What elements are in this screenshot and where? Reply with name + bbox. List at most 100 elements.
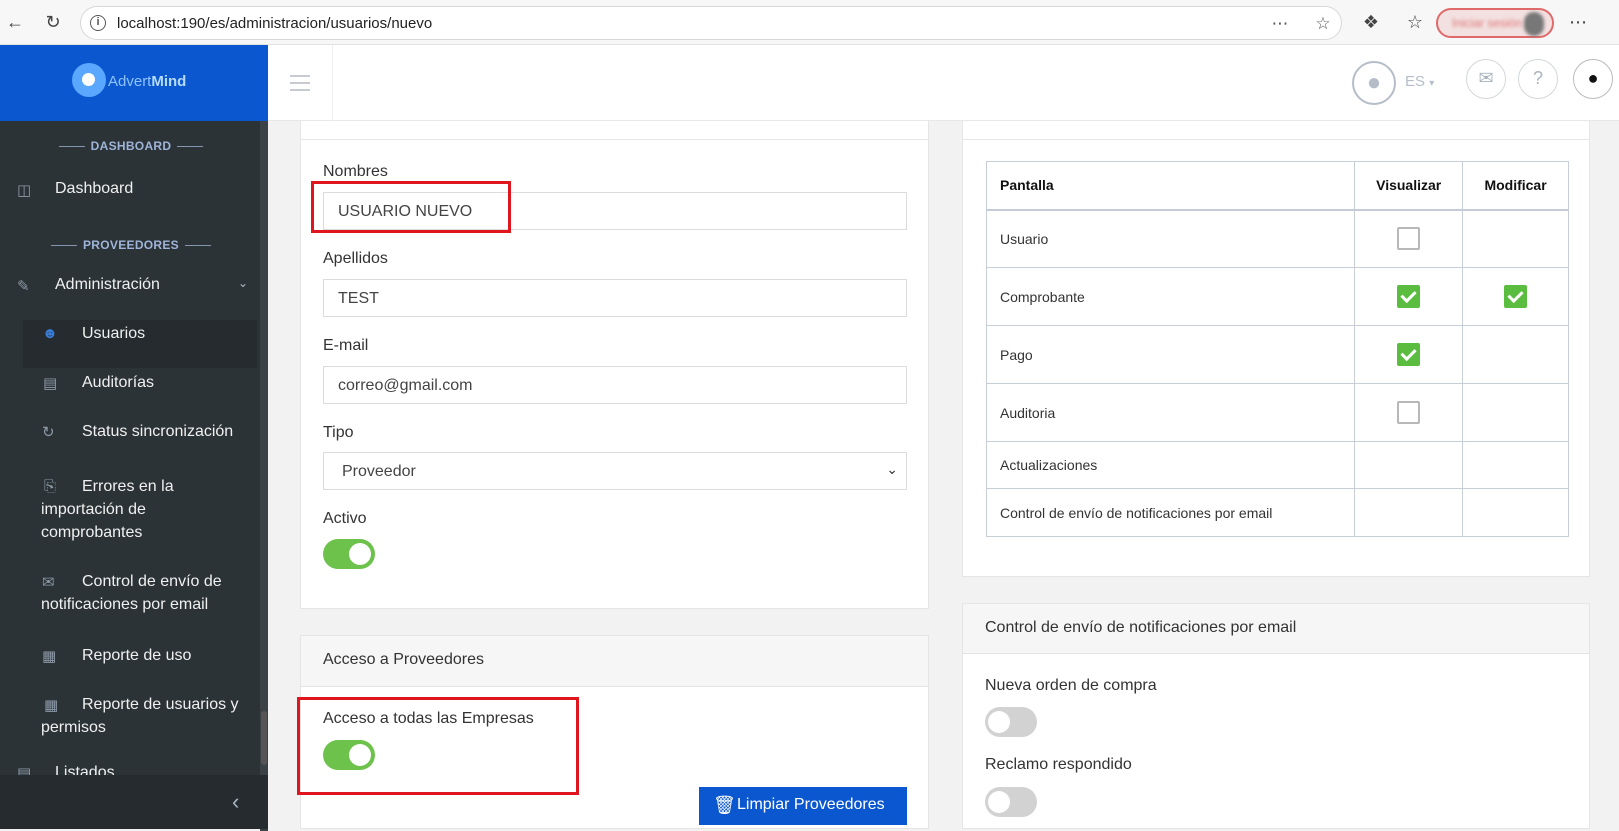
- brand-name: AdvertMind: [108, 73, 187, 90]
- sync-icon: ↻: [42, 424, 55, 441]
- language-selector[interactable]: ES ▾: [1405, 73, 1434, 90]
- user-edit-icon: ☻: [42, 325, 58, 342]
- sidebar-item-label-line1: Control de envío de: [82, 573, 222, 590]
- profile-button[interactable]: Iniciar sesión: [1436, 8, 1554, 38]
- nueva-orden-toggle[interactable]: [985, 707, 1037, 737]
- table-header-row: Pantalla Visualizar Modificar: [985, 161, 1569, 211]
- calculator-icon: ▦: [44, 697, 59, 714]
- cell-pantalla: Control de envío de notificaciones por e…: [985, 488, 1356, 537]
- sidebar-item-label: Usuarios: [82, 325, 146, 342]
- globe-icon[interactable]: ●: [1352, 61, 1396, 105]
- sidebar-item-label-line2: notificaciones por email: [41, 596, 209, 613]
- back-arrow-icon[interactable]: ←: [4, 11, 26, 33]
- help-icon[interactable]: ?: [1518, 59, 1558, 99]
- sidebar-item-usuarios[interactable]: ☻ Usuarios: [0, 325, 262, 365]
- visualizar-checkbox[interactable]: [1397, 285, 1421, 308]
- apellidos-input[interactable]: TEST: [323, 279, 907, 317]
- sidebar-item-listados[interactable]: ▤ Listados: [0, 765, 262, 775]
- card-title: Acceso a Proveedores: [301, 636, 928, 687]
- sidebar-item-auditorias[interactable]: ▤ Auditorías: [0, 374, 262, 414]
- layout-icon: ◫: [17, 182, 32, 199]
- excel-file-icon: ⎘: [44, 478, 57, 495]
- sidebar-footer: ‹: [0, 775, 268, 829]
- scrollbar-thumb[interactable]: [261, 711, 267, 765]
- cell-visualizar: [1354, 267, 1464, 326]
- button-label: Limpiar Proveedores: [737, 796, 885, 813]
- section-heading-dashboard: DASHBOARD: [0, 139, 262, 153]
- avatar: [1524, 12, 1544, 36]
- sidebar-scrollbar[interactable]: [260, 121, 268, 831]
- nueva-orden-label: Nueva orden de compra: [985, 677, 1157, 694]
- cell-visualizar: [1354, 383, 1464, 442]
- modificar-checkbox[interactable]: [1504, 285, 1528, 308]
- list-icon: ▤: [17, 765, 32, 775]
- table-row: Actualizaciones: [985, 441, 1569, 489]
- nombres-label: Nombres: [323, 163, 388, 180]
- megaphone-icon[interactable]: ✉: [1466, 59, 1506, 99]
- email-input[interactable]: correo@gmail.com: [323, 366, 907, 404]
- reclamo-toggle[interactable]: [985, 787, 1037, 817]
- visualizar-checkbox[interactable]: [1397, 227, 1421, 251]
- sidebar-item-reporte-uso[interactable]: ▦ Reporte de uso: [0, 647, 262, 687]
- cell-modificar: [1462, 209, 1569, 268]
- user-account-icon[interactable]: ●: [1573, 59, 1613, 99]
- reclamo-label: Reclamo respondido: [985, 756, 1132, 773]
- cell-modificar: [1462, 267, 1569, 326]
- sidebar-item-label-line1: Errores en la: [82, 478, 174, 495]
- cell-pantalla: Comprobante: [985, 267, 1356, 326]
- cell-pantalla: Usuario: [985, 209, 1356, 268]
- cell-visualizar: [1354, 488, 1464, 537]
- card-top-divider: [963, 139, 1589, 140]
- tipo-select[interactable]: Proveedor ⌄: [323, 452, 907, 490]
- cell-pantalla: Pago: [985, 325, 1356, 384]
- chevron-down-icon: ⌄: [238, 276, 249, 290]
- cell-pantalla: Auditoria: [985, 383, 1356, 442]
- favorites-icon[interactable]: ☆: [1404, 11, 1426, 33]
- activo-toggle[interactable]: [323, 539, 375, 569]
- sidebar-item-label-line2: importación de: [41, 501, 146, 518]
- sidebar-item-label-line2: permisos: [41, 719, 106, 736]
- top-app-bar: ● ES ▾ ✉ ? ●: [268, 45, 1619, 121]
- table-row: Usuario: [985, 209, 1569, 268]
- cell-pantalla: Actualizaciones: [985, 441, 1356, 489]
- browser-toolbar: ← ↻ i localhost:190/es/administracion/us…: [0, 0, 1619, 45]
- sidebar-item-label: Dashboard: [55, 180, 134, 197]
- collapse-sidebar-icon[interactable]: ‹: [232, 789, 239, 815]
- notificaciones-card: Control de envío de notificaciones por e…: [962, 603, 1590, 829]
- table-row: Comprobante: [985, 267, 1569, 326]
- sidebar-item-status[interactable]: ↻ Status sincronización: [0, 423, 262, 463]
- visualizar-checkbox[interactable]: [1397, 401, 1421, 424]
- sidebar-item-label: Status sincronización: [82, 423, 234, 440]
- url-text[interactable]: localhost:190/es/administracion/usuarios…: [117, 15, 432, 32]
- cell-modificar: [1462, 488, 1569, 537]
- reload-icon[interactable]: ↻: [42, 11, 64, 33]
- cell-visualizar: [1354, 209, 1464, 268]
- column-header-visualizar: Visualizar: [1354, 161, 1464, 211]
- book-icon: ▤: [43, 375, 58, 392]
- visualizar-checkbox[interactable]: [1397, 343, 1421, 366]
- extensions-icon[interactable]: ❖: [1360, 11, 1382, 33]
- favorite-star-icon[interactable]: ☆: [1312, 13, 1334, 35]
- activo-label: Activo: [323, 510, 367, 527]
- brand-header[interactable]: AdvertMind: [0, 45, 268, 121]
- limpiar-proveedores-button[interactable]: 🗑 Limpiar Proveedores: [699, 787, 907, 825]
- highlight-acceso-todas: [297, 697, 579, 795]
- sidebar-item-control-envio[interactable]: ✉ Control de envío de notificaciones por…: [0, 573, 262, 621]
- sidebar-item-label: Administración: [55, 276, 160, 293]
- table-row: Pago: [985, 325, 1569, 384]
- sidebar-item-errores[interactable]: ⎘ Errores en la importación de comproban…: [0, 478, 262, 550]
- sidebar-item-reporte-usuarios[interactable]: ▦ Reporte de usuarios y permisos: [0, 696, 262, 744]
- hamburger-menu-icon[interactable]: [290, 75, 310, 91]
- address-bar[interactable]: i localhost:190/es/administracion/usuari…: [80, 6, 1342, 40]
- sidebar-item-administracion[interactable]: ✎ Administración ⌄: [0, 276, 262, 316]
- permisos-table: Pantalla Visualizar Modificar Usuario Co…: [985, 161, 1569, 537]
- cell-visualizar: [1354, 325, 1464, 384]
- sidebar-item-dashboard[interactable]: ◫ Dashboard: [0, 180, 262, 220]
- read-aloud-icon[interactable]: ⋯: [1269, 13, 1291, 35]
- sidebar: AdvertMind DASHBOARD ◫ Dashboard PROVEED…: [0, 45, 268, 831]
- wrench-icon: ✎: [17, 278, 30, 295]
- column-header-pantalla: Pantalla: [985, 161, 1356, 211]
- brand-logo-icon: [72, 63, 106, 97]
- more-icon[interactable]: ⋯: [1567, 11, 1589, 33]
- info-icon[interactable]: i: [90, 15, 106, 31]
